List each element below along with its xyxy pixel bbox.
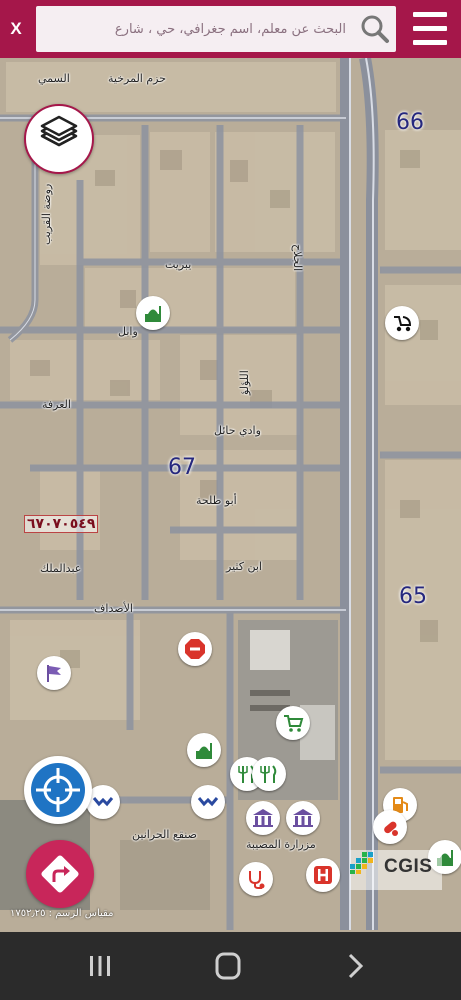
pharmacy-icon[interactable]: [373, 810, 407, 844]
close-button[interactable]: X: [0, 0, 32, 58]
directions-button[interactable]: [26, 840, 94, 908]
street-label: حزم المرخية: [108, 72, 167, 85]
recent-apps-icon[interactable]: [80, 950, 120, 982]
map-scale: مقياس الرسم : ١٧٥٢٫٢٥: [10, 908, 114, 919]
street-label: عبدالملك: [40, 562, 82, 575]
hospital-icon[interactable]: [306, 858, 340, 892]
menu-icon[interactable]: [408, 8, 452, 50]
street-label: يبريت: [165, 258, 192, 271]
stop-sign-icon[interactable]: [178, 632, 212, 666]
shopping-cart-icon[interactable]: [276, 706, 310, 740]
crosshair-icon: [31, 763, 85, 817]
system-navigation-bar: [0, 932, 461, 1000]
mosque-icon[interactable]: [136, 296, 170, 330]
street-label: روضة القريب: [40, 183, 53, 245]
directions-icon: [41, 855, 79, 893]
clinic-icon[interactable]: [239, 862, 273, 896]
street-label: وابل: [118, 325, 138, 338]
back-icon[interactable]: [336, 950, 376, 982]
block-label: 66: [396, 110, 424, 135]
street-label: العرفة: [42, 398, 71, 411]
block-label: 67: [168, 455, 196, 480]
street-label: صنقع الحرانين: [132, 828, 197, 841]
mosque-icon[interactable]: [187, 733, 221, 767]
museum-icon[interactable]: [286, 801, 320, 835]
street-label: الجلاح: [291, 244, 304, 272]
museum-icon[interactable]: [246, 801, 280, 835]
layers-icon: [40, 115, 78, 147]
stroller-icon[interactable]: [385, 306, 419, 340]
block-label: 65: [399, 584, 427, 609]
search-input[interactable]: [36, 6, 356, 52]
cgis-logo: CGIS: [350, 850, 442, 890]
logo-text: CGIS: [384, 856, 433, 877]
parcel-number: ٦٧٠٧٠٥٤٩: [24, 515, 99, 533]
top-bar: X: [0, 0, 461, 58]
locate-button[interactable]: [24, 756, 92, 824]
home-icon[interactable]: [208, 950, 248, 982]
search-box[interactable]: [36, 6, 396, 52]
street-label: وادي حائل: [214, 424, 261, 437]
street-label: السمي: [38, 72, 70, 85]
handshake-icon[interactable]: [191, 785, 225, 819]
street-label: مزرارة المصيبة: [246, 838, 316, 851]
search-icon[interactable]: [358, 13, 390, 45]
street-label: ابن كثير: [226, 560, 262, 573]
restaurant-icon[interactable]: [252, 757, 286, 791]
street-label: الأصداف: [94, 602, 133, 615]
logo-mark-icon: [350, 852, 373, 874]
street-label: أبو طلحة: [196, 494, 237, 507]
street-label: اللؤلؤ: [238, 370, 251, 395]
flag-icon[interactable]: [37, 656, 71, 690]
layers-button[interactable]: [24, 104, 94, 174]
